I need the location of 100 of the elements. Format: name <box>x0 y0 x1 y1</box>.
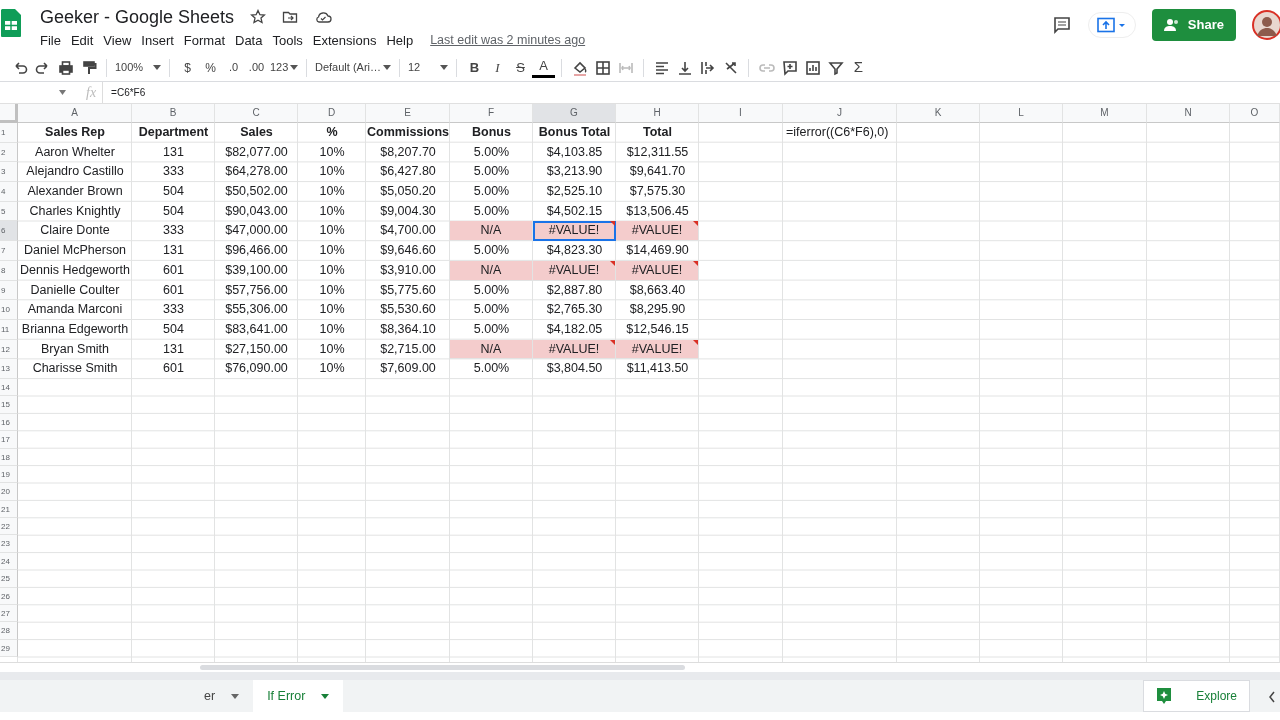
fill-color-icon[interactable] <box>571 59 588 76</box>
comment-icon[interactable] <box>1051 14 1072 35</box>
table-cell-text: $12,311.55 <box>625 143 690 161</box>
row-number[interactable]: 12 <box>0 339 18 360</box>
column-header[interactable]: C <box>215 104 298 123</box>
column-header[interactable]: I <box>699 104 783 123</box>
text-wrap-icon[interactable] <box>699 59 716 76</box>
column-header[interactable]: D <box>298 104 366 123</box>
star-icon[interactable] <box>250 9 267 25</box>
column-header[interactable]: G <box>533 104 616 123</box>
column-header[interactable]: O <box>1230 104 1280 123</box>
table-cell-text: $5,050.20 <box>379 183 437 201</box>
text-color-button[interactable]: A <box>532 57 555 78</box>
text-rotation-icon[interactable] <box>722 59 739 76</box>
formula-input[interactable]: =C6*F6 <box>111 85 146 100</box>
menu-item[interactable]: Insert <box>136 30 179 52</box>
functions-button[interactable]: Σ <box>847 55 870 80</box>
table-cell-text: $11,413.50 <box>625 360 690 378</box>
row-number[interactable]: 8 <box>0 260 18 281</box>
sheet-tab[interactable]: If Error <box>253 680 344 712</box>
column-header[interactable]: K <box>897 104 980 123</box>
column-header[interactable]: J <box>783 104 897 123</box>
row-number[interactable]: 7 <box>0 241 18 261</box>
zoom-dropdown[interactable]: 100% <box>113 55 163 80</box>
table-cell-text: 10% <box>318 183 346 201</box>
sheets-logo-icon[interactable] <box>0 8 22 38</box>
row-number[interactable]: 11 <box>0 319 18 340</box>
row-number[interactable]: 23 <box>0 535 18 553</box>
last-edit-link[interactable]: Last edit was 2 minutes ago <box>430 31 586 51</box>
row-number[interactable]: 17 <box>0 431 18 449</box>
menu-item[interactable]: Format <box>178 30 230 52</box>
row-number[interactable]: 28 <box>0 622 18 640</box>
menu-item[interactable]: Edit <box>65 30 99 52</box>
document-title[interactable]: Geeker - Google Sheets <box>40 6 235 28</box>
row-number[interactable]: 5 <box>0 201 18 222</box>
paint-format-icon[interactable] <box>80 59 97 76</box>
bold-button[interactable]: B <box>463 55 486 80</box>
filter-icon[interactable] <box>827 59 844 76</box>
increase-decimals-button[interactable]: .00 <box>245 55 268 80</box>
collapse-chevron-icon[interactable] <box>1268 690 1276 703</box>
sheet-tab[interactable]: er <box>190 680 254 712</box>
borders-icon[interactable] <box>594 59 611 76</box>
row-number[interactable]: 22 <box>0 518 18 536</box>
table-cell-text: 5.00% <box>472 183 511 201</box>
menu-item[interactable]: File <box>35 30 66 52</box>
column-header[interactable]: E <box>366 104 450 123</box>
column-header[interactable]: L <box>980 104 1063 123</box>
menu-item[interactable]: Extensions <box>307 30 382 52</box>
menu-item[interactable]: View <box>98 30 137 52</box>
folder-icon[interactable] <box>282 9 299 25</box>
table-cell-text: $90,043.00 <box>224 202 289 220</box>
present-button[interactable] <box>1087 11 1136 38</box>
row-number[interactable]: 4 <box>0 182 18 202</box>
column-header[interactable]: B <box>132 104 215 123</box>
vertical-align-icon[interactable] <box>676 59 693 76</box>
row-number[interactable]: 13 <box>0 359 18 379</box>
row-number[interactable]: 15 <box>0 396 18 414</box>
row-number[interactable]: 2 <box>0 142 18 163</box>
column-header[interactable]: M <box>1063 104 1147 123</box>
more-formats-dropdown[interactable]: 123 <box>268 55 300 80</box>
insert-comment-icon[interactable] <box>781 59 798 76</box>
percent-button[interactable]: % <box>199 55 222 80</box>
table-cell: #VALUE! <box>616 221 699 242</box>
row-number[interactable]: 10 <box>0 300 18 320</box>
caret-icon <box>383 65 391 70</box>
chart-icon[interactable] <box>804 59 821 76</box>
cloud-icon[interactable] <box>314 9 333 25</box>
row-number[interactable]: 20 <box>0 483 18 501</box>
column-header[interactable]: A <box>18 104 132 123</box>
row-number[interactable]: 27 <box>0 605 18 623</box>
table-cell-text: $2,525.10 <box>545 183 604 201</box>
table-cell: #VALUE! <box>616 260 699 281</box>
menu-item[interactable]: Tools <box>267 30 308 52</box>
column-header[interactable]: N <box>1147 104 1230 123</box>
print-icon[interactable] <box>57 59 74 76</box>
row-number[interactable]: 25 <box>0 570 18 588</box>
avatar-icon[interactable] <box>1252 9 1280 40</box>
column-header[interactable]: H <box>616 104 699 123</box>
redo-icon[interactable] <box>34 59 51 76</box>
decrease-decimals-button[interactable]: .0 <box>222 55 245 80</box>
font-dropdown[interactable]: Default (Ari… <box>313 55 393 80</box>
menu-item[interactable]: Help <box>381 30 419 52</box>
font-size-dropdown[interactable]: 12 <box>406 55 450 80</box>
column-header[interactable]: F <box>450 104 533 123</box>
explore-button[interactable]: Explore <box>1143 680 1250 712</box>
currency-button[interactable]: $ <box>176 55 199 80</box>
align-icon[interactable] <box>653 59 670 76</box>
strikethrough-button[interactable]: S <box>509 55 532 80</box>
row-number[interactable]: 3 <box>0 162 18 183</box>
italic-button[interactable]: I <box>486 55 509 80</box>
horizontal-scrollbar[interactable] <box>200 665 685 670</box>
menu-item[interactable]: Data <box>230 30 268 52</box>
name-box-caret-icon[interactable] <box>59 90 66 95</box>
row-number[interactable]: 1 <box>0 123 18 143</box>
share-button[interactable]: Share <box>1151 9 1236 41</box>
row-number[interactable]: 6 <box>0 221 18 242</box>
row-number[interactable]: 9 <box>0 280 18 301</box>
table-cell-text: Charisse Smith <box>31 360 119 378</box>
table-cell-text: 333 <box>162 222 185 240</box>
table-cell-text: 5.00% <box>472 143 511 161</box>
